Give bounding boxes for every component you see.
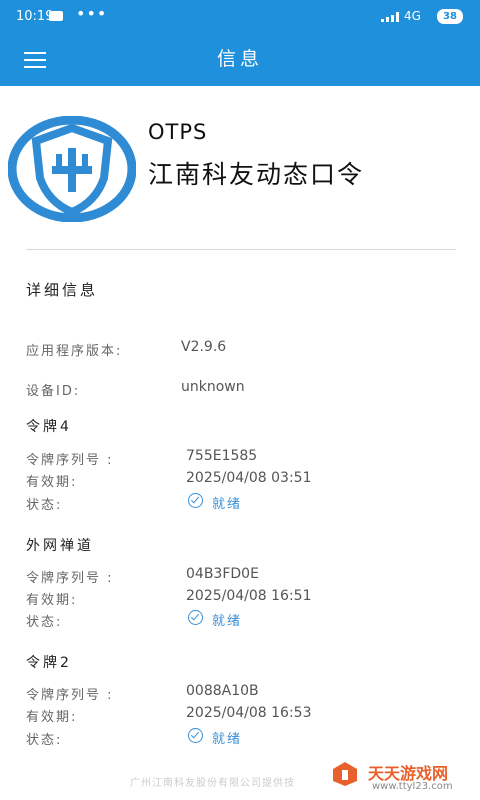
- more-dots-icon: •••: [76, 4, 108, 23]
- token-serial-label: 令牌序列号 :: [26, 453, 114, 468]
- token-expiry-value: 2025/04/08 16:51: [186, 588, 312, 604]
- token-expiry-value: 2025/04/08 16:53: [186, 705, 312, 721]
- device-id-label: 设备ID:: [26, 384, 81, 399]
- token-serial-label: 令牌序列号 :: [26, 688, 114, 703]
- token-serial-value: 0088A10B: [186, 683, 259, 699]
- footer-copyright: 广州江南科友股份有限公司提供技: [130, 778, 295, 789]
- status-ready-icon: [188, 728, 203, 743]
- divider: [26, 249, 456, 250]
- app-subtitle: 江南科友动态口令: [148, 160, 365, 189]
- status-bar: 10:19 ••• 4G 38: [0, 0, 480, 33]
- token-expiry-label: 有效期:: [26, 710, 78, 725]
- status-ready-icon: [188, 610, 203, 625]
- battery-icon: 38: [437, 9, 463, 24]
- signal-icon: [381, 12, 399, 22]
- token-name: 令牌4: [26, 419, 72, 435]
- token-serial-label: 令牌序列号 :: [26, 571, 114, 586]
- token-status-value: 就绪: [212, 732, 243, 747]
- app-toolbar: 信息: [0, 33, 480, 86]
- status-time: 10:19: [16, 9, 54, 24]
- hamburger-menu-icon[interactable]: [24, 52, 46, 68]
- token-status-value: 就绪: [212, 614, 243, 629]
- token-serial-value: 04B3FD0E: [186, 566, 259, 582]
- app-version-value: V2.9.6: [181, 339, 227, 355]
- message-icon: [49, 11, 63, 21]
- watermark-logo-icon: [333, 762, 357, 786]
- token-expiry-label: 有效期:: [26, 593, 78, 608]
- watermark-url: www.ttyl23.com: [372, 781, 453, 792]
- token-name: 外网禅道: [26, 538, 94, 554]
- device-id-value: unknown: [181, 379, 245, 395]
- token-expiry-value: 2025/04/08 03:51: [186, 470, 312, 486]
- page-title: 信息: [216, 48, 263, 70]
- shield-cross-logo: [8, 116, 136, 222]
- token-expiry-label: 有效期:: [26, 475, 78, 490]
- token-serial-value: 755E1585: [186, 448, 258, 464]
- app-name: OTPS: [148, 120, 208, 144]
- token-status-label: 状态:: [26, 615, 63, 630]
- section-title-details: 详细信息: [26, 281, 99, 299]
- network-type: 4G: [404, 9, 421, 23]
- token-status-label: 状态:: [26, 733, 63, 748]
- token-status-value: 就绪: [212, 497, 243, 512]
- token-status-label: 状态:: [26, 498, 63, 513]
- token-name: 令牌2: [26, 655, 72, 671]
- status-ready-icon: [188, 493, 203, 508]
- app-version-label: 应用程序版本:: [26, 344, 123, 359]
